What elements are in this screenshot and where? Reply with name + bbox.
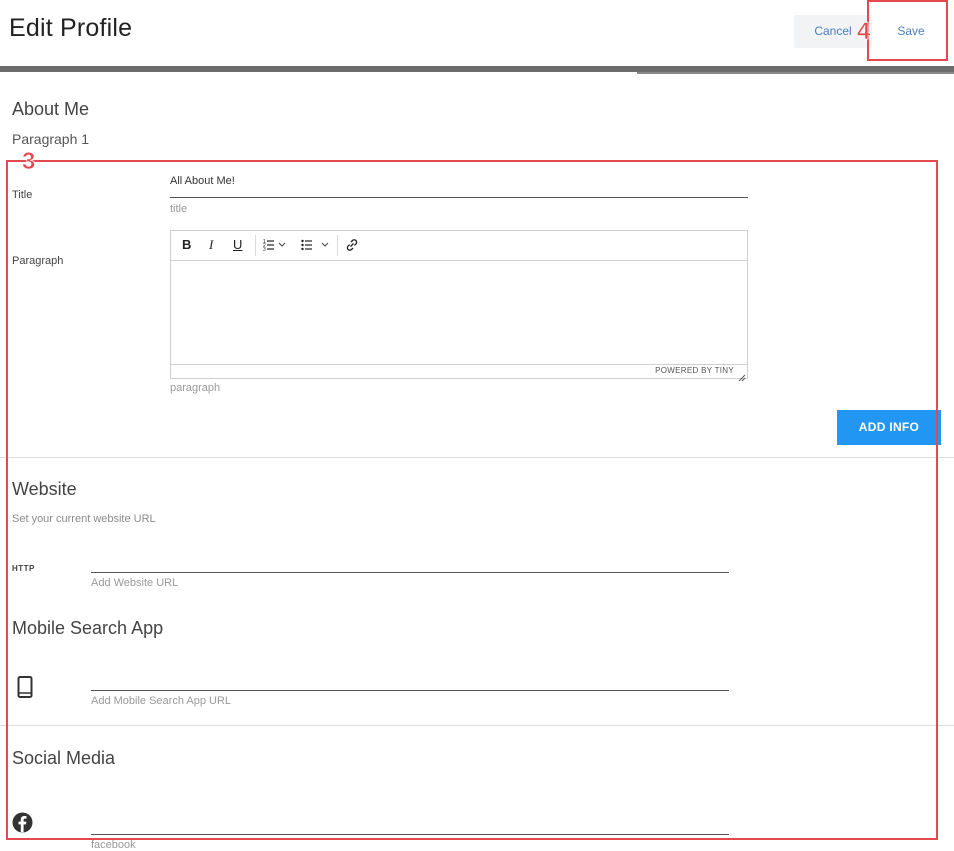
header-progress-line	[637, 72, 954, 74]
save-marker-number: 4	[857, 18, 871, 46]
form-marker-number: 3	[22, 148, 36, 176]
about-me-heading: About Me	[12, 99, 90, 119]
page-title: Edit Profile	[9, 14, 133, 42]
form-highlight-box	[6, 160, 938, 840]
paragraph-heading: Paragraph 1	[12, 131, 90, 147]
save-highlight-box	[867, 0, 948, 61]
facebook-hint: facebook	[91, 839, 136, 851]
